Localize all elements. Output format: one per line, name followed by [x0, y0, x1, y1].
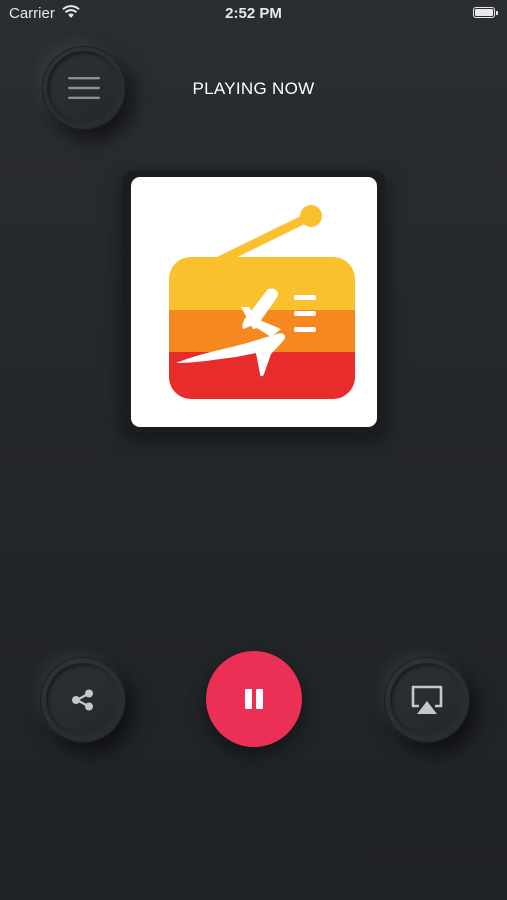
- airplay-button[interactable]: [384, 657, 470, 743]
- station-artwork: [131, 177, 377, 427]
- airplay-button-face: [390, 663, 464, 737]
- artwork-frame: [123, 171, 385, 433]
- status-time: 2:52 PM: [225, 5, 282, 22]
- battery-icon: [473, 7, 498, 18]
- page-title: PLAYING NOW: [192, 79, 315, 98]
- share-icon: [72, 689, 93, 711]
- radio-airplane-logo: [169, 205, 355, 399]
- airplay-icon: [411, 685, 443, 714]
- share-button[interactable]: [40, 657, 126, 743]
- pause-icon: [245, 689, 263, 709]
- share-button-face: [46, 663, 120, 737]
- status-bar: Carrier 2:52 PM: [0, 0, 507, 28]
- pause-button[interactable]: [206, 651, 302, 747]
